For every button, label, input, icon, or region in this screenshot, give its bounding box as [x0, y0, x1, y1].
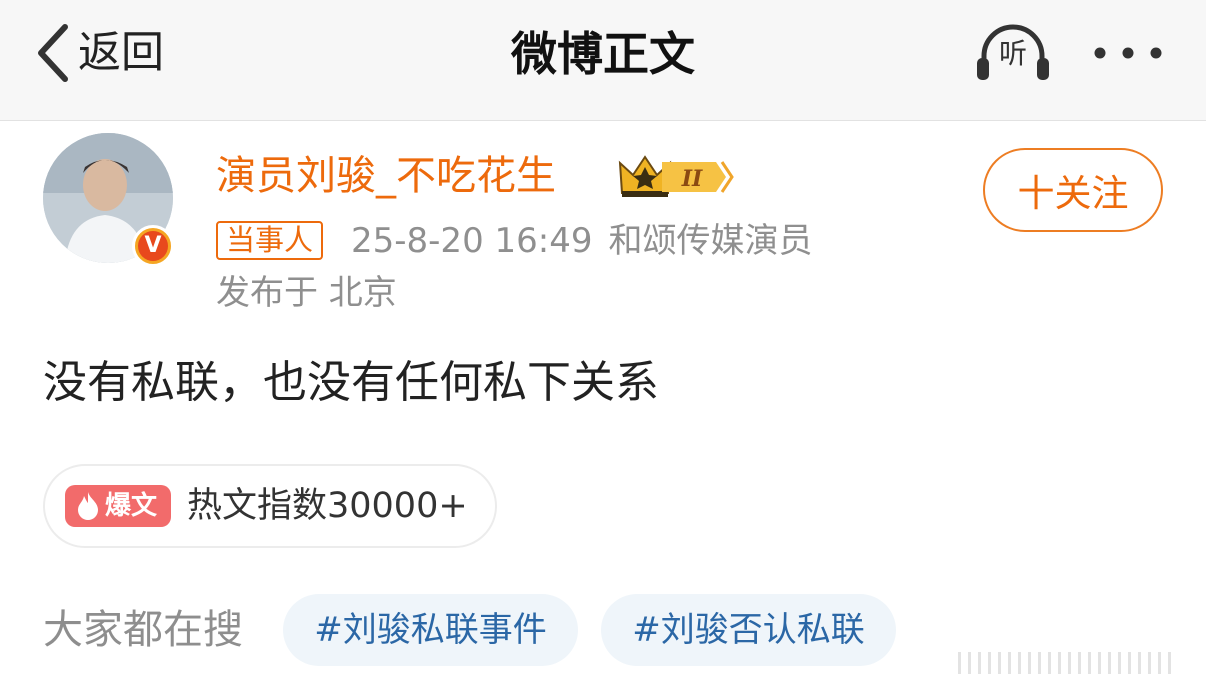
more-dots-icon[interactable] [1088, 38, 1168, 68]
author-name[interactable]: 演员刘骏_不吃花生 [216, 150, 556, 202]
post-location: 发布于 北京 [216, 273, 397, 313]
watermark-bars-icon [958, 652, 1171, 674]
post-content: 没有私联，也没有任何私下关系 [43, 357, 659, 408]
top-navigation-bar: 返回 微博正文 听 [0, 0, 1206, 121]
hot-badge-label: 爆文 [105, 491, 158, 521]
listen-button[interactable]: 听 [974, 22, 1052, 84]
level-badge-icon: II [662, 161, 734, 193]
post-timestamp: 25-8-20 16:49 [351, 221, 593, 261]
level-label: II [681, 166, 703, 192]
hot-index-text: 热文指数30000+ [187, 486, 468, 526]
listen-label: 听 [998, 37, 1027, 70]
post-source: 和颂传媒演员 [608, 221, 813, 261]
post-meta: 25-8-20 16:49 和颂传媒演员 [351, 218, 813, 264]
verified-badge-label: V [138, 231, 168, 261]
verified-badge-icon: V [132, 225, 174, 267]
trending-topic-chip[interactable]: #刘骏否认私联 [601, 594, 896, 666]
trending-topic-chip[interactable]: #刘骏私联事件 [283, 594, 578, 666]
trending-search-label: 大家都在搜 [43, 607, 243, 653]
hot-badge: 爆文 [65, 485, 171, 527]
hot-index-card[interactable]: 爆文 热文指数30000+ [43, 464, 497, 548]
follow-button[interactable]: 十关注 [983, 148, 1163, 232]
flame-icon [78, 492, 98, 520]
status-badge: 当事人 [216, 221, 324, 260]
